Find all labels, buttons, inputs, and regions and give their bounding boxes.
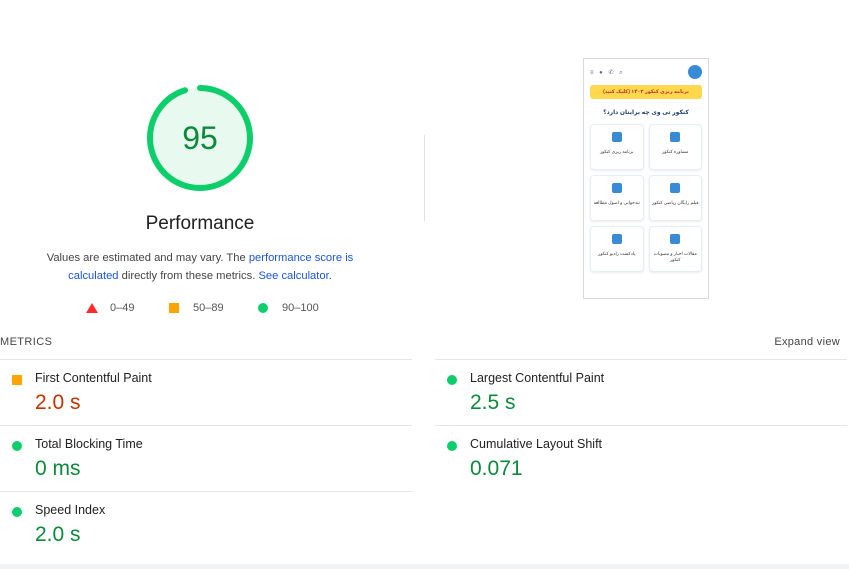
metric-cumulative-layout-shift: Cumulative Layout Shift 0.071 bbox=[435, 425, 847, 492]
triangle-icon bbox=[86, 303, 98, 313]
microphone-icon bbox=[611, 234, 622, 244]
thumbnail-card: تندخوانی و اصول مطالعه bbox=[590, 175, 644, 221]
pass-circle-icon bbox=[12, 507, 22, 517]
legend-label: 50–89 bbox=[193, 302, 224, 314]
metric-name: Total Blocking Time bbox=[35, 437, 143, 451]
document-icon bbox=[670, 234, 681, 244]
pass-circle-icon bbox=[447, 441, 457, 451]
metric-value: 0.071 bbox=[470, 457, 523, 480]
metric-name: Largest Contentful Paint bbox=[470, 371, 605, 385]
thumbnail-card: پادکست رادیو کنکور bbox=[590, 226, 644, 272]
thumbnail-card: مقالات اخبار و مصوبات کنکور bbox=[648, 226, 702, 272]
metric-name: First Contentful Paint bbox=[35, 371, 152, 385]
pass-circle-icon bbox=[12, 441, 22, 451]
average-square-icon bbox=[12, 375, 22, 385]
performance-description: Values are estimated and may vary. The p… bbox=[20, 249, 380, 285]
metric-first-contentful-paint: First Contentful Paint 2.0 s bbox=[0, 359, 412, 426]
play-icon bbox=[670, 183, 681, 193]
legend-label: 90–100 bbox=[282, 302, 319, 314]
metric-value: 2.5 s bbox=[470, 391, 516, 414]
circle-icon bbox=[258, 303, 268, 313]
performance-title: Performance bbox=[145, 213, 255, 234]
people-icon bbox=[670, 132, 681, 142]
metric-value: 2.0 s bbox=[35, 523, 81, 546]
thumbnail-card: مشاوره کنکور bbox=[648, 124, 702, 170]
calculator-link[interactable]: See calculator. bbox=[258, 270, 331, 282]
metric-speed-index: Speed Index 2.0 s bbox=[0, 491, 412, 558]
thumbnail-nav-icons: ≡ ● ✆ ⌕ bbox=[590, 70, 625, 76]
square-icon bbox=[169, 303, 179, 313]
legend-fail: 0–49 bbox=[86, 302, 134, 314]
people-icon bbox=[611, 132, 622, 142]
performance-score: 95 bbox=[182, 120, 218, 156]
page-screenshot-thumbnail[interactable]: ≡ ● ✆ ⌕ برنامه ریزی کنکور ۱۴۰۳ (کلیک کنی… bbox=[583, 58, 709, 299]
description-text: directly from these metrics. bbox=[118, 270, 259, 282]
metric-largest-contentful-paint: Largest Contentful Paint 2.5 s bbox=[435, 359, 847, 426]
thumbnail-banner: برنامه ریزی کنکور ۱۴۰۳ (کلیک کنید) bbox=[590, 85, 702, 99]
logo-icon bbox=[688, 65, 702, 79]
metric-total-blocking-time: Total Blocking Time 0 ms bbox=[0, 425, 412, 492]
bottom-divider bbox=[0, 564, 849, 569]
thumbnail-card: فیلم رایگان ریاضی کنکور bbox=[648, 175, 702, 221]
metric-name: Cumulative Layout Shift bbox=[470, 437, 603, 451]
metric-value: 2.0 s bbox=[35, 391, 81, 414]
pass-circle-icon bbox=[447, 375, 457, 385]
book-icon bbox=[611, 183, 622, 193]
legend-label: 0–49 bbox=[110, 302, 135, 314]
description-text: Values are estimated and may vary. The bbox=[46, 252, 249, 264]
legend-pass: 90–100 bbox=[258, 302, 319, 314]
thumbnail-card: برنامه ریزی کنکور bbox=[590, 124, 644, 170]
metric-value: 0 ms bbox=[35, 457, 81, 480]
metrics-header: METRICS bbox=[0, 336, 53, 348]
divider bbox=[424, 135, 425, 221]
performance-gauge: 95 bbox=[146, 84, 254, 192]
legend-average: 50–89 bbox=[169, 302, 224, 314]
metric-name: Speed Index bbox=[35, 503, 106, 517]
expand-view-button[interactable]: Expand view bbox=[774, 336, 840, 348]
thumbnail-heading: کنکور تی وی چه برایتان دارد؟ bbox=[603, 110, 689, 116]
